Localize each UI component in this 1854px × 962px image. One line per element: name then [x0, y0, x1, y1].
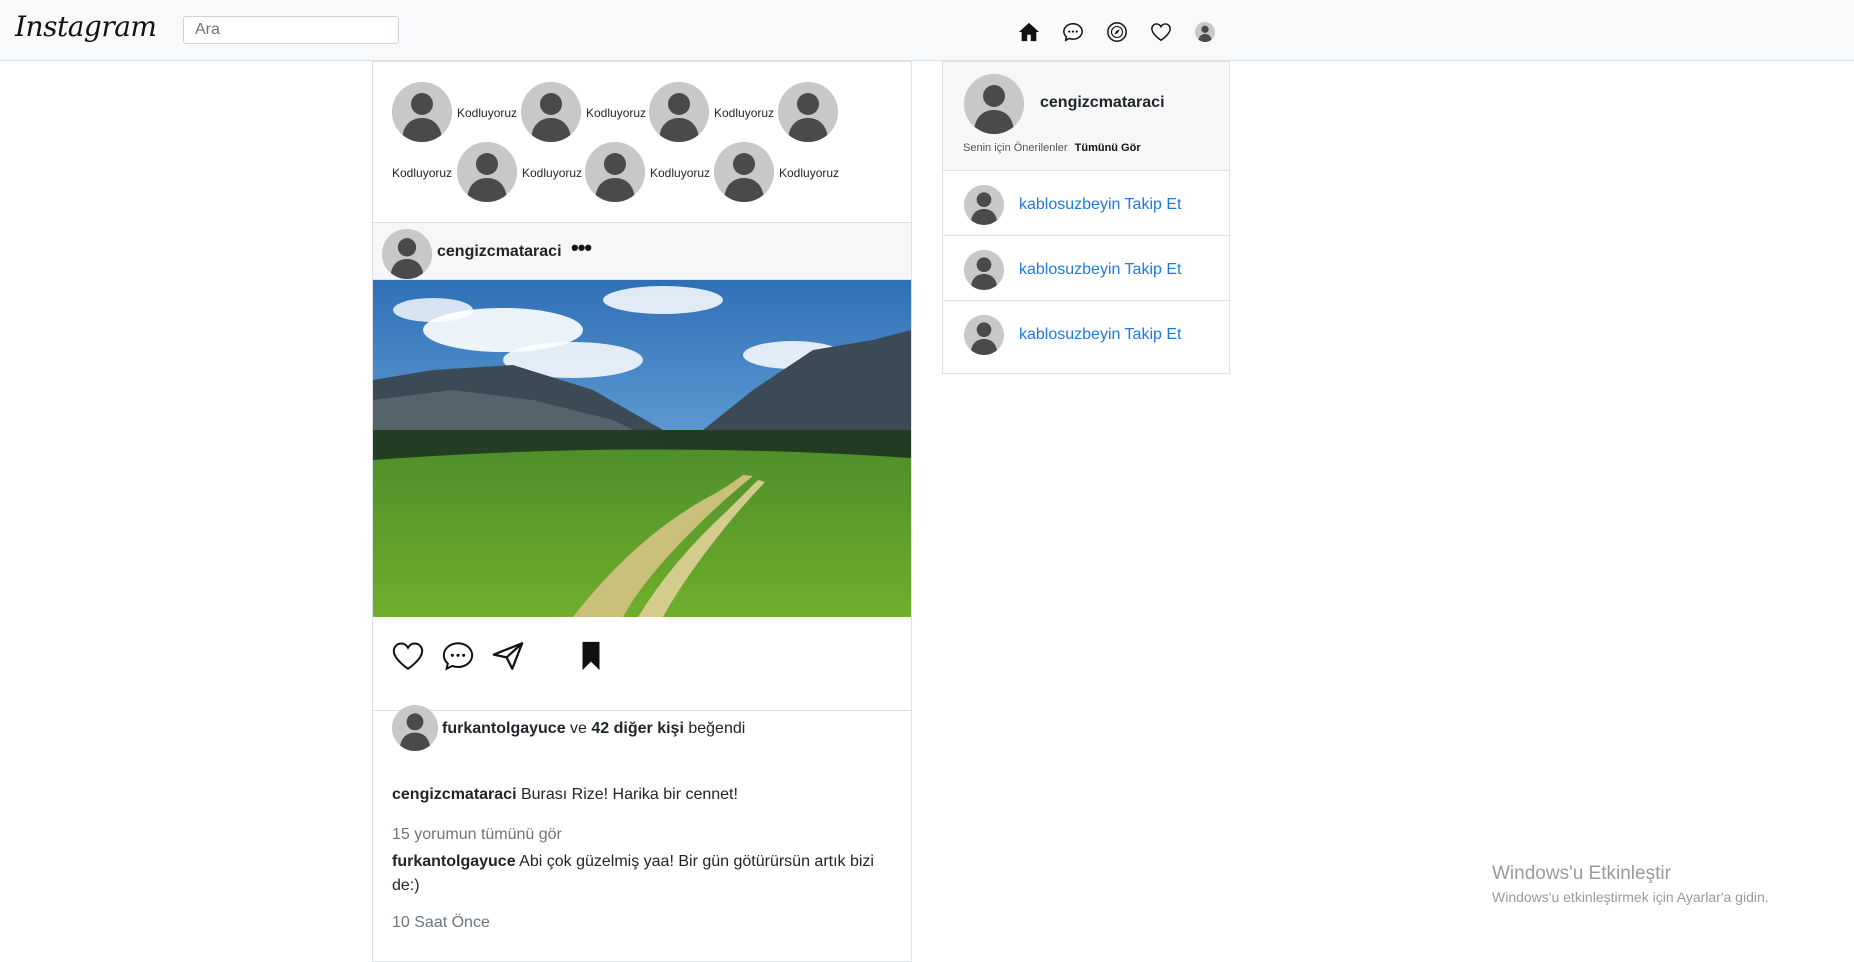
send-icon[interactable]	[491, 639, 525, 673]
home-icon[interactable]	[1015, 18, 1042, 45]
post-author-username[interactable]: cengizcmataraci	[437, 243, 562, 261]
story-avatar[interactable]	[585, 142, 645, 202]
sidebar-username[interactable]: cengizcmataraci	[1040, 94, 1165, 112]
story-label[interactable]: Kodluyoruz	[650, 166, 710, 180]
suggestion-row: kablosuzbeyin Takip Et	[943, 301, 1229, 366]
suggestion-avatar[interactable]	[964, 185, 1004, 225]
post-author-avatar[interactable]	[382, 229, 432, 279]
post-caption: cengizcmataraci Burası Rize! Harika bir …	[392, 786, 738, 804]
post-header: cengizcmataraci •••	[373, 223, 911, 280]
suggestion-avatar[interactable]	[964, 315, 1004, 355]
more-options-icon[interactable]: •••	[571, 235, 592, 261]
story-avatar[interactable]	[521, 82, 581, 142]
suggestions-title: Senin için Önerilenler	[963, 142, 1068, 154]
bookmark-icon[interactable]	[574, 639, 608, 673]
profile-avatar-icon[interactable]	[1191, 18, 1218, 45]
instagram-logo[interactable]: Instagram	[15, 10, 157, 43]
liker-username[interactable]: furkantolgayuce	[442, 720, 566, 737]
heart-icon[interactable]	[1147, 18, 1174, 45]
story-avatar[interactable]	[778, 82, 838, 142]
suggestions-label: Senin için Önerilenler Tümünü Gör	[963, 142, 1141, 154]
suggestions-sidebar: cengizcmataraci Senin için Önerilenler T…	[942, 61, 1230, 374]
suggestion-row: kablosuzbeyin Takip Et	[943, 236, 1229, 301]
stories-card: Kodluyoruz Kodluyoruz Kodluyoruz Kodluyo…	[372, 61, 912, 223]
comment-username[interactable]: furkantolgayuce	[392, 853, 516, 870]
messages-icon[interactable]	[1059, 18, 1086, 45]
suggestion-row: kablosuzbeyin Takip Et	[943, 171, 1229, 236]
story-label[interactable]: Kodluyoruz	[522, 166, 582, 180]
search-input[interactable]	[183, 16, 399, 44]
story-avatar[interactable]	[714, 142, 774, 202]
post-image[interactable]	[373, 280, 911, 617]
top-navbar: Instagram	[0, 0, 1854, 61]
comment: furkantolgayuce Abi çok güzelmiş yaa! Bi…	[392, 850, 882, 898]
story-label[interactable]: Kodluyoruz	[779, 166, 839, 180]
story-label[interactable]: Kodluyoruz	[714, 106, 774, 120]
windows-activation-subtitle: Windows'u etkinleştirmek için Ayarlar'a …	[1492, 889, 1769, 905]
windows-activation-title: Windows'u Etkinleştir	[1492, 863, 1671, 884]
like-heart-icon[interactable]	[391, 639, 425, 673]
follow-suggestion-link[interactable]: kablosuzbeyin Takip Et	[1019, 196, 1181, 214]
story-avatar[interactable]	[649, 82, 709, 142]
post-actions	[373, 617, 911, 711]
story-label[interactable]: Kodluyoruz	[586, 106, 646, 120]
sidebar-profile-header: cengizcmataraci Senin için Önerilenler T…	[943, 62, 1229, 171]
story-label[interactable]: Kodluyoruz	[392, 166, 452, 180]
likes-suffix: beğendi	[688, 720, 746, 737]
sidebar-avatar[interactable]	[964, 74, 1024, 134]
suggestion-avatar[interactable]	[964, 250, 1004, 290]
follow-suggestion-link[interactable]: kablosuzbeyin Takip Et	[1019, 326, 1181, 344]
likes-others[interactable]: 42 diğer kişi	[591, 720, 684, 737]
liker-avatar[interactable]	[392, 705, 438, 751]
story-label[interactable]: Kodluyoruz	[457, 106, 517, 120]
explore-icon[interactable]	[1103, 18, 1130, 45]
post-timestamp: 10 Saat Önce	[392, 914, 490, 931]
see-all-link[interactable]: Tümünü Gör	[1075, 142, 1141, 154]
story-avatar[interactable]	[457, 142, 517, 202]
likes-connector: ve	[570, 720, 587, 737]
follow-suggestion-link[interactable]: kablosuzbeyin Takip Et	[1019, 261, 1181, 279]
likes-text: furkantolgayuce ve 42 diğer kişi beğendi	[442, 720, 745, 738]
comment-icon[interactable]	[441, 639, 475, 673]
nav-icons	[1015, 18, 1218, 45]
story-avatar[interactable]	[392, 82, 452, 142]
caption-text: Burası Rize! Harika bir cennet!	[520, 786, 738, 803]
caption-username[interactable]: cengizcmataraci	[392, 786, 517, 803]
view-all-comments-link[interactable]: 15 yorumun tümünü gör	[392, 826, 562, 844]
